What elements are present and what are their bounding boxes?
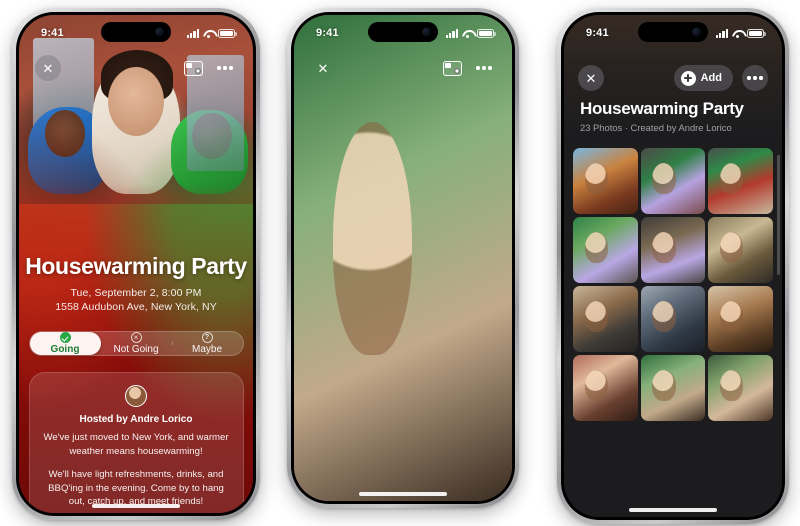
invitation-body: Housewarming Party Tue, September 2, 8:0… — [19, 253, 253, 513]
status-indicators — [715, 28, 766, 38]
photo-cell[interactable] — [708, 217, 773, 283]
x-circle-icon — [130, 332, 142, 343]
dynamic-island — [368, 22, 438, 42]
phone-shared-album: 9:41 ✕ Add Housewarming Party 23 Photos … — [557, 8, 789, 524]
home-indicator[interactable] — [629, 508, 717, 512]
photo-cell[interactable] — [573, 355, 638, 421]
status-indicators — [445, 28, 496, 38]
phone-event-detail: 9:41 ✕ 12 Going — [287, 8, 519, 508]
rsvp-going-label: Going — [50, 344, 80, 355]
phone3-bezel: 9:41 ✕ Add Housewarming Party 23 Photos … — [561, 12, 785, 520]
phone1-top-bar: ✕ — [19, 51, 253, 85]
rsvp-option-going[interactable]: Going — [29, 332, 101, 355]
more-options-icon[interactable] — [213, 56, 237, 80]
host-name: Hosted by Andre Lorico — [79, 414, 193, 425]
scrollbar[interactable] — [777, 155, 780, 275]
photo-grid[interactable] — [573, 148, 773, 517]
wifi-icon — [462, 29, 473, 38]
more-options-icon[interactable] — [472, 56, 496, 80]
photo-cell[interactable] — [640, 148, 706, 214]
phone1-screen: 9:41 ✕ Housewarming Party Tue, September… — [19, 15, 253, 513]
close-icon[interactable]: ✕ — [310, 55, 336, 81]
photo-cell[interactable] — [640, 355, 706, 421]
wifi-icon — [203, 29, 214, 38]
phone2-bezel: 9:41 ✕ 12 Going — [291, 12, 515, 504]
host-paragraph-1: We've just moved to New York, and warmer… — [43, 432, 229, 457]
event-address: 1558 Audubon Ave, New York, NY — [55, 301, 217, 313]
status-time: 9:41 — [316, 27, 339, 39]
home-indicator[interactable] — [92, 504, 180, 508]
add-button-label: Add — [700, 72, 722, 84]
question-circle-icon — [201, 332, 213, 343]
cellular-signal-icon — [186, 28, 199, 38]
photo-cell[interactable] — [573, 286, 638, 352]
album-nav-actions: Add — [673, 65, 768, 91]
host-paragraph-2: We'll have light refreshments, drinks, a… — [48, 469, 224, 508]
album-subtitle: 23 Photos · Created by Andre Lorico — [580, 122, 732, 133]
album-header: Housewarming Party 23 Photos · Created b… — [580, 99, 766, 133]
rsvp-not-going-label: Not Going — [113, 344, 159, 355]
battery-icon — [477, 28, 496, 38]
page-title: Housewarming Party — [25, 253, 247, 279]
rsvp-option-maybe[interactable]: Maybe — [171, 332, 243, 355]
phone2-screen: 9:41 ✕ 12 Going — [294, 15, 512, 501]
close-icon[interactable]: ✕ — [578, 65, 604, 91]
host-avatar — [125, 385, 147, 407]
event-datetime: Tue, September 2, 8:00 PM — [70, 287, 202, 299]
check-circle-icon — [59, 332, 71, 343]
front-camera-icon — [422, 27, 431, 37]
add-photos-button[interactable]: Add — [673, 65, 733, 91]
photo-cell[interactable] — [573, 148, 638, 214]
rsvp-maybe-label: Maybe — [191, 344, 222, 355]
front-camera-icon — [692, 27, 701, 37]
home-indicator[interactable] — [359, 492, 447, 496]
phone-invitation: 9:41 ✕ Housewarming Party Tue, September… — [12, 8, 260, 520]
photo-cell[interactable] — [708, 286, 773, 352]
photo-cell[interactable] — [573, 217, 638, 283]
phone1-top-actions — [184, 56, 237, 80]
front-camera-icon — [155, 27, 164, 37]
album-nav-bar: ✕ Add — [564, 63, 782, 93]
album-title: Housewarming Party — [580, 99, 744, 118]
cellular-signal-icon — [445, 28, 458, 38]
rsvp-option-not-going[interactable]: Not Going — [101, 332, 172, 355]
status-time: 9:41 — [586, 27, 609, 39]
host-message-card: Hosted by Andre Lorico We've just moved … — [28, 372, 244, 513]
phone2-top-bar: ✕ — [294, 51, 512, 85]
dynamic-island — [638, 22, 708, 42]
battery-icon — [218, 28, 237, 38]
phone3-screen: 9:41 ✕ Add Housewarming Party 23 Photos … — [564, 15, 782, 517]
photo-cell[interactable] — [708, 355, 773, 421]
status-time: 9:41 — [41, 27, 64, 39]
more-options-icon[interactable] — [742, 65, 768, 91]
close-icon[interactable]: ✕ — [35, 55, 61, 81]
invitation-card-icon[interactable] — [184, 60, 203, 76]
status-indicators — [186, 28, 237, 38]
cellular-signal-icon — [715, 28, 728, 38]
rsvp-segmented-control[interactable]: Going Not Going Maybe — [28, 331, 244, 356]
invitation-card-icon[interactable] — [443, 60, 462, 76]
photo-cell[interactable] — [640, 286, 706, 352]
wifi-icon — [732, 29, 743, 38]
battery-icon — [747, 28, 766, 38]
photo-cell[interactable] — [640, 217, 706, 283]
dynamic-island — [101, 22, 171, 42]
phone1-bezel: 9:41 ✕ Housewarming Party Tue, September… — [16, 12, 256, 516]
event-detail-scroll[interactable]: 12 Going Can — [294, 15, 512, 501]
photo-cell[interactable] — [708, 148, 773, 214]
plus-circle-icon — [680, 70, 696, 86]
screenshot-stage: 9:41 ✕ Housewarming Party Tue, September… — [0, 0, 800, 526]
phone2-top-actions — [443, 56, 496, 80]
